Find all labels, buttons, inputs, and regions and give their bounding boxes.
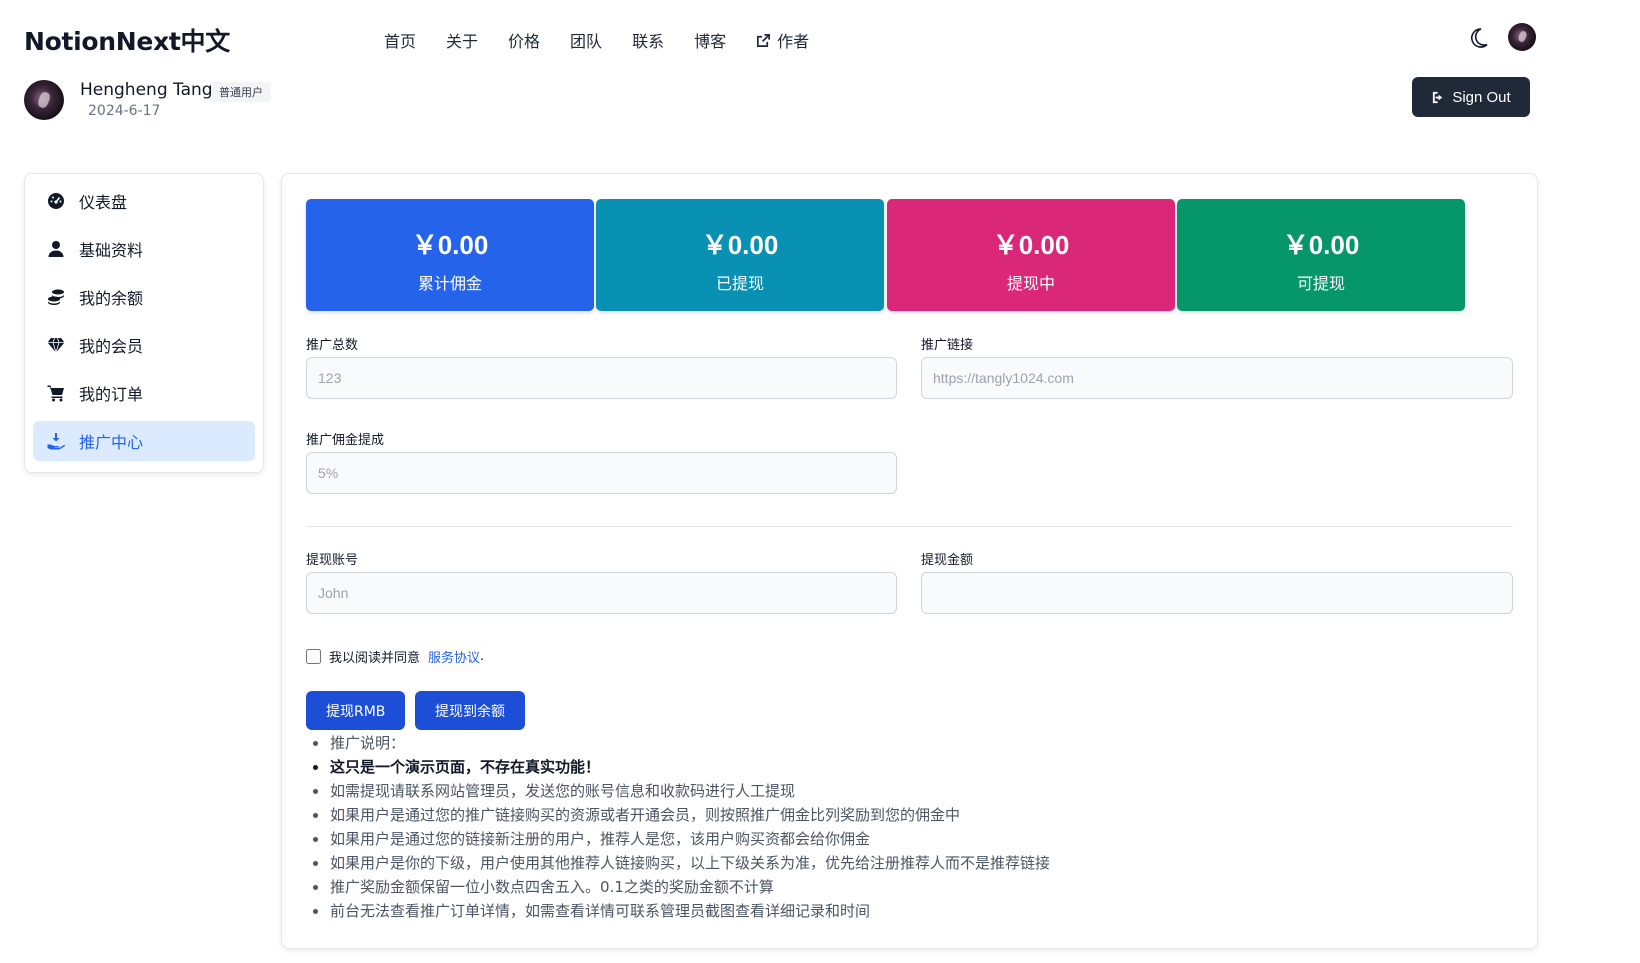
sidebar-item-label: 基础资料 (79, 241, 144, 260)
stat-card-available: ￥0.00 可提现 (1177, 199, 1465, 311)
stat-label: 提现中 (1006, 274, 1055, 293)
list-item: 如需提现请联系网站管理员，发送您的账号信息和收款码进行人工提现 (306, 779, 1050, 803)
list-item: 如果用户是通过您的链接新注册的用户，推荐人是您，该用户购买资都会给你佣金 (306, 827, 1050, 851)
sidebar-item-label: 我的会员 (79, 337, 144, 356)
user-name: Hengheng Tang (80, 80, 213, 100)
agreement-checkbox[interactable] (306, 649, 321, 664)
sidebar-item-label: 我的订单 (79, 385, 144, 404)
stat-amount: ￥0.00 (1282, 230, 1360, 260)
user-avatar (24, 80, 64, 120)
list-item: 推广说明： (306, 731, 1050, 755)
sidebar-item-label: 仪表盘 (79, 193, 128, 212)
agreement-suffix: . (480, 649, 485, 664)
sidebar-item-balance[interactable]: 我的余额 (33, 277, 255, 317)
list-item: 如果用户是你的下级，用户使用其他推荐人链接购买，以上下级关系为准，优先给注册推荐… (306, 851, 1050, 875)
stat-label: 累计佣金 (417, 274, 482, 293)
sign-out-icon (1433, 91, 1443, 103)
user-join-date: 2024-6-17 (88, 103, 161, 119)
agreement-row: 我以阅读并同意 服务协议. (306, 647, 484, 666)
sidebar-item-label: 推广中心 (79, 433, 144, 452)
nav-author-label: 作者 (777, 32, 810, 51)
section-divider (306, 526, 1513, 527)
gem-icon (47, 337, 65, 353)
list-item: 如果用户是通过您的推广链接购买的资源或者开通会员，则按照推广佣金比列奖励到您的佣… (306, 803, 1050, 827)
stat-card-withdrawing: ￥0.00 提现中 (887, 199, 1175, 311)
external-link-icon (757, 33, 771, 47)
list-item: 这只是一个演示页面，不存在真实功能！ (306, 755, 1050, 779)
sidebar-item-profile[interactable]: 基础资料 (33, 229, 255, 269)
header-avatar[interactable] (1508, 23, 1536, 51)
service-agreement-link[interactable]: 服务协议 (428, 647, 480, 666)
sidebar-item-orders[interactable]: 我的订单 (33, 373, 255, 413)
promo-total-input[interactable] (306, 357, 897, 399)
stat-label: 已提现 (715, 274, 764, 293)
withdraw-amount-label: 提现金额 (921, 553, 974, 568)
nav-about[interactable]: 关于 (446, 28, 478, 52)
withdraw-rmb-button[interactable]: 提现RMB (306, 691, 406, 730)
stat-amount: ￥0.00 (992, 230, 1070, 260)
hand-holding-icon (47, 433, 65, 450)
top-nav: 首页 关于 价格 团队 联系 博客 作者 (384, 28, 809, 52)
promo-link-input[interactable] (921, 357, 1513, 399)
nav-pricing[interactable]: 价格 (508, 28, 540, 52)
coins-icon (48, 289, 64, 305)
agreement-text: 我以阅读并同意 (329, 651, 421, 666)
site-brand[interactable]: NotionNext中文 (24, 22, 230, 58)
nav-contact[interactable]: 联系 (632, 28, 664, 52)
sign-out-button[interactable]: Sign Out (1412, 77, 1530, 117)
moon-icon[interactable] (1466, 26, 1490, 50)
stat-label: 可提现 (1296, 274, 1345, 293)
stat-amount: ￥0.00 (701, 230, 779, 260)
promo-link-label: 推广链接 (921, 338, 974, 353)
commission-rate-input[interactable] (306, 452, 897, 494)
promo-total-label: 推广总数 (306, 338, 359, 353)
stat-card-withdrawn: ￥0.00 已提现 (596, 199, 884, 311)
nav-team[interactable]: 团队 (570, 28, 602, 52)
user-icon (48, 241, 64, 257)
sidebar-item-label: 我的余额 (79, 289, 144, 308)
sidebar-item-membership[interactable]: 我的会员 (33, 325, 255, 365)
promotion-panel: ￥0.00 累计佣金 ￥0.00 已提现 ￥0.00 提现中 ￥0.00 可提现… (281, 173, 1538, 949)
withdraw-amount-input[interactable] (921, 572, 1513, 614)
dashboard-icon (48, 193, 64, 209)
nav-home[interactable]: 首页 (384, 28, 416, 52)
sidebar-item-dashboard[interactable]: 仪表盘 (33, 181, 255, 221)
list-item: 推广奖励金额保留一位小数点四舍五入。0.1之类的奖励金额不计算 (306, 875, 1050, 899)
promotion-notes: 推广说明： 这只是一个演示页面，不存在真实功能！ 如需提现请联系网站管理员，发送… (306, 731, 1050, 923)
nav-blog[interactable]: 博客 (694, 28, 726, 52)
user-role-badge: 普通用户 (211, 82, 271, 102)
stat-amount: ￥0.00 (411, 230, 489, 260)
withdraw-account-label: 提现账号 (306, 553, 359, 568)
sidebar: 仪表盘 基础资料 我的余额 我的会员 我的订单 推广中心 (24, 173, 264, 473)
withdraw-account-input[interactable] (306, 572, 897, 614)
cart-icon (47, 385, 64, 402)
commission-rate-label: 推广佣金提成 (306, 433, 385, 448)
list-item: 前台无法查看推广订单详情，如需查看详情可联系管理员截图查看详细记录和时间 (306, 899, 1050, 923)
sign-out-label: Sign Out (1452, 88, 1511, 106)
stat-card-total-commission: ￥0.00 累计佣金 (306, 199, 594, 311)
sidebar-item-promotion[interactable]: 推广中心 (33, 421, 255, 461)
withdraw-to-balance-button[interactable]: 提现到余额 (415, 691, 525, 730)
nav-author[interactable]: 作者 (756, 28, 809, 52)
